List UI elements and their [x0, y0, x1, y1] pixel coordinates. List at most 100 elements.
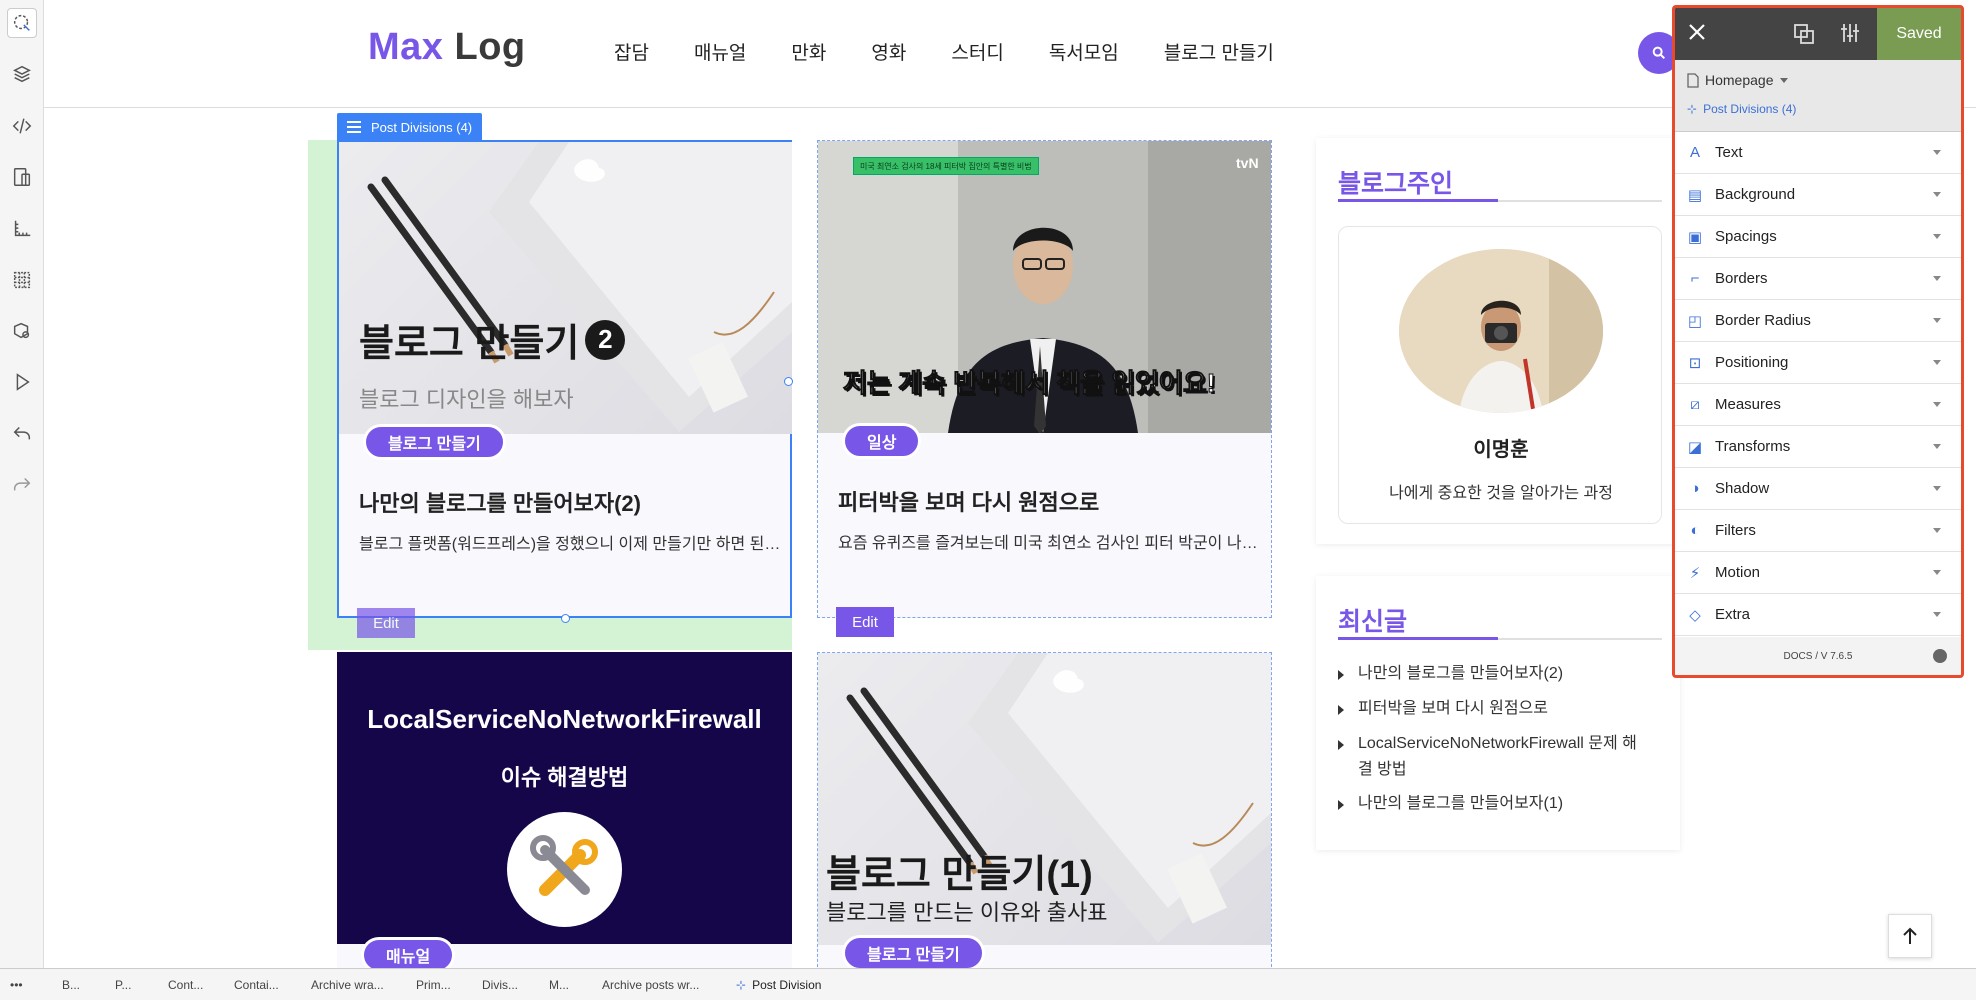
chevron-down-icon [1933, 318, 1941, 323]
layers-icon[interactable] [7, 59, 37, 89]
selected-element[interactable]: ⊹ Post Divisions (4) [1687, 102, 1796, 116]
nav-item[interactable]: 블로그 만들기 [1164, 38, 1274, 65]
nav-item[interactable]: 잡담 [614, 38, 649, 65]
duplicate-icon[interactable] [1793, 23, 1815, 50]
panel-section-measures[interactable]: ⧄ Measures [1675, 384, 1961, 426]
title-underline [1338, 199, 1662, 202]
breadcrumb-item[interactable]: P... [115, 969, 131, 1000]
chevron-down-icon [1933, 486, 1941, 491]
preview-icon[interactable] [7, 367, 37, 397]
arrow-up-icon [1903, 927, 1917, 944]
responsive-icon[interactable] [7, 162, 37, 192]
breadcrumb-item[interactable]: Divis... [482, 969, 518, 1000]
undo-icon[interactable] [7, 418, 37, 448]
post-thumbnail[interactable]: 블로그 만들기 2 블로그 디자인을 해보자 [339, 142, 792, 434]
panel-section-background[interactable]: ▤ Background [1675, 174, 1961, 216]
panel-breadcrumb: Homepage ⊹ Post Divisions (4) [1675, 60, 1961, 132]
recent-post-link[interactable]: 피터박을 보며 다시 원점으로 [1338, 697, 1548, 721]
post-card[interactable]: 블로그 만들기 2 블로그 디자인을 해보자 블로그 만들기 나만의 블로그를 … [337, 140, 793, 638]
edit-button[interactable]: Edit [357, 608, 415, 638]
breadcrumb-item[interactable]: Archive posts wr... [602, 969, 699, 1000]
panel-section-border-radius[interactable]: ◰ Border Radius [1675, 300, 1961, 342]
breadcrumb-item[interactable]: Contai... [234, 969, 279, 1000]
panel-section-transforms[interactable]: ◪ Transforms [1675, 426, 1961, 468]
nav-item[interactable]: 독서모임 [1049, 38, 1119, 65]
breadcrumb-item[interactable]: Cont... [168, 969, 203, 1000]
post-thumbnail[interactable]: 미국 최연소 검사의 18세 피터박 집안의 특별한 비법 tvN 저는 계속 … [818, 141, 1271, 433]
post-thumbnail[interactable]: LocalServiceNoNetworkFirewall 이슈 해결방법 [337, 652, 792, 944]
nav-item[interactable]: 만화 [791, 38, 826, 65]
owner-description: 나에게 중요한 것을 알아가는 과정 [1389, 485, 1613, 502]
settings-sliders-icon[interactable] [1839, 22, 1861, 49]
recent-post-link[interactable]: 나만의 블로그를 만들어보자(1) [1338, 792, 1563, 816]
code-icon[interactable] [7, 111, 37, 141]
close-icon[interactable] [1687, 22, 1707, 47]
breadcrumb-item[interactable]: Archive wra... [311, 969, 384, 1000]
site-logo[interactable]: Max Log [368, 26, 526, 69]
redo-icon[interactable] [7, 469, 37, 499]
post-card[interactable]: 블로그 만들기(1) 블로그를 만드는 이유와 출사표 블로그 만들기 [817, 652, 1272, 972]
category-badge[interactable]: 일상 [842, 423, 922, 459]
panel-section-shadow[interactable]: ◑ Shadow [1675, 468, 1961, 510]
nav-item[interactable]: 스터디 [951, 38, 1003, 65]
menu-icon [347, 121, 361, 133]
selection-label-text: Post Divisions (4) [371, 119, 473, 135]
recent-posts-widget: 최신글 나만의 블로그를 만들어보자(2) 피터박을 보며 다시 원점으로 Lo… [1316, 576, 1680, 850]
panel-section-borders[interactable]: ⌐ Borders [1675, 258, 1961, 300]
grid-icon[interactable] [7, 265, 37, 295]
chevron-down-icon [1933, 402, 1941, 407]
post-card[interactable]: 미국 최연소 검사의 18세 피터박 집안의 특별한 비법 tvN 저는 계속 … [817, 140, 1272, 637]
text-icon: A [1689, 144, 1700, 161]
play-icon[interactable] [1933, 649, 1947, 663]
resize-handle[interactable] [784, 377, 793, 386]
category-badge[interactable]: 블로그 만들기 [363, 424, 506, 460]
post-thumbnail[interactable]: 블로그 만들기(1) 블로그를 만드는 이유와 출사표 [818, 653, 1271, 945]
panel-section-extra[interactable]: ◇ Extra [1675, 594, 1961, 636]
main-nav: 잡담 매뉴얼 만화 영화 스터디 독서모임 블로그 만들기 [614, 38, 1319, 65]
thumb-title: LocalServiceNoNetworkFirewall [367, 704, 762, 734]
panel-section-spacings[interactable]: ▣ Spacings [1675, 216, 1961, 258]
visibility-icon[interactable] [7, 316, 37, 346]
nav-item[interactable]: 영화 [871, 38, 906, 65]
post-excerpt: 블로그 플랫폼(워드프레스)을 정했으니 이제 만들기만 하면 된… [359, 536, 779, 553]
page-selector[interactable]: Homepage [1687, 72, 1788, 88]
thumb-title: 블로그 만들기(1) [826, 854, 1093, 896]
chevron-down-icon [1933, 150, 1941, 155]
ruler-icon[interactable] [7, 214, 37, 244]
recent-post-link[interactable]: 나만의 블로그를 만들어보자(2) [1338, 662, 1563, 686]
breadcrumb-item[interactable]: B... [62, 969, 80, 1000]
saved-button[interactable]: Saved [1877, 8, 1961, 60]
tools-icon [507, 812, 622, 927]
post-title[interactable]: 피터박을 보며 다시 원점으로 [838, 485, 1099, 517]
more-icon[interactable]: ••• [10, 969, 23, 1000]
category-badge[interactable]: 블로그 만들기 [842, 935, 985, 971]
recent-post-link[interactable]: LocalServiceNoNetworkFirewall 문제 해결 방법 [1338, 732, 1637, 782]
post-card[interactable]: LocalServiceNoNetworkFirewall 이슈 해결방법 매뉴… [337, 652, 792, 973]
spacing-icon: ▣ [1687, 228, 1703, 246]
channel-logo: tvN [1236, 155, 1259, 171]
nav-item[interactable]: 매뉴얼 [694, 38, 746, 65]
borders-icon: ⌐ [1690, 270, 1700, 287]
edit-button[interactable]: Edit [836, 607, 894, 637]
filters-icon: ◐ [1690, 522, 1700, 539]
panel-toolbar: Saved [1675, 8, 1961, 60]
breadcrumb-item[interactable]: Prim... [416, 969, 451, 1000]
breadcrumb-item[interactable]: M... [549, 969, 569, 1000]
breadcrumb-item-current[interactable]: ⊹ Post Division [736, 969, 821, 1000]
scroll-top-button[interactable] [1888, 914, 1932, 958]
avatar[interactable] [1399, 249, 1603, 413]
thumb-subtitle: 블로그 디자인을 해보자 [359, 387, 574, 412]
chevron-down-icon [1933, 192, 1941, 197]
panel-section-motion[interactable]: ⚡ Motion [1675, 552, 1961, 594]
panel-section-positioning[interactable]: ⊡ Positioning [1675, 342, 1961, 384]
panel-section-filters[interactable]: ◐ Filters [1675, 510, 1961, 552]
post-title[interactable]: 나만의 블로그를 만들어보자(2) [359, 486, 641, 518]
chevron-down-icon [1933, 528, 1941, 533]
selection-label[interactable]: Post Divisions (4) [337, 113, 483, 141]
logo-log: Log [454, 26, 526, 68]
panel-section-text[interactable]: A Text [1675, 132, 1961, 174]
docs-version-link[interactable]: DOCS / V 7.6.5 [1784, 651, 1853, 662]
select-tool-icon[interactable] [7, 8, 37, 38]
chevron-down-icon [1933, 444, 1941, 449]
resize-handle[interactable] [561, 614, 570, 623]
